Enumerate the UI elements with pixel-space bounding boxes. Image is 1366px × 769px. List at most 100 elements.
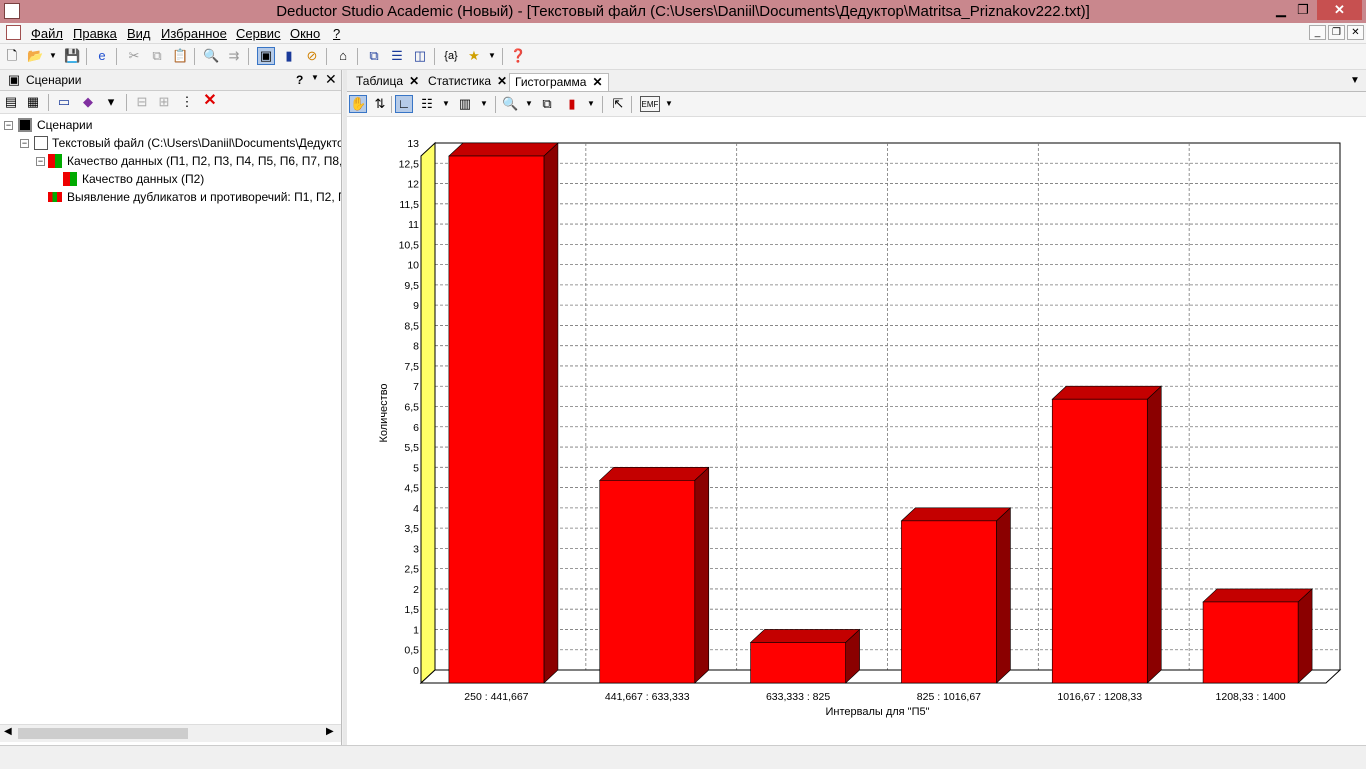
tree-node-scenarios[interactable]: Сценарии: [37, 117, 92, 133]
tab-histogram[interactable]: Гистограмма ✕: [509, 73, 609, 91]
emf-export-icon[interactable]: EMF: [640, 96, 660, 112]
menu-bar: Файл Правка Вид Избранное Сервис Окно ?: [0, 23, 1366, 44]
histogram-bar[interactable]: [900, 507, 1012, 684]
zoom-icon[interactable]: 🔍: [502, 96, 518, 112]
x-axis-label: Интервалы для "П5": [825, 706, 929, 718]
book-icon[interactable]: ▮: [281, 48, 297, 64]
stop-icon[interactable]: ⊘: [304, 48, 320, 64]
menu-favorites[interactable]: Избранное: [161, 26, 227, 41]
expander-icon[interactable]: −: [20, 139, 29, 148]
tab-statistics[interactable]: Статистика ✕: [423, 73, 513, 91]
bar-chart-dropdown-icon[interactable]: ▼: [583, 96, 599, 112]
mdi-close-icon[interactable]: ✕: [1347, 25, 1364, 40]
x-tick-label: 441,667 : 633,333: [605, 691, 690, 703]
find-icon[interactable]: 🔍: [203, 48, 219, 64]
menu-file[interactable]: Файл: [31, 26, 63, 41]
expander-icon[interactable]: −: [4, 121, 13, 130]
legend-dropdown-icon[interactable]: ▼: [438, 96, 454, 112]
tile-vertical-icon[interactable]: ◫: [412, 48, 428, 64]
restore-icon[interactable]: ❐: [1292, 0, 1314, 20]
delete-node-icon[interactable]: ✕: [202, 93, 218, 109]
document-icon[interactable]: [6, 25, 21, 40]
menu-view[interactable]: Вид: [127, 26, 151, 41]
histogram-bar[interactable]: [448, 142, 559, 684]
menu-help[interactable]: ?: [333, 26, 340, 41]
panel-help-button[interactable]: ?: [296, 73, 303, 87]
y-tick-label: 9,5: [404, 280, 419, 292]
home-icon[interactable]: ⌂: [335, 48, 351, 64]
favorites-star-icon[interactable]: ★: [466, 48, 482, 64]
tree-collapse-icon[interactable]: ⊟: [134, 94, 150, 110]
tree-options-icon[interactable]: ⋮: [179, 94, 195, 110]
bar-front: [750, 642, 846, 684]
y-tick-label: 5,5: [404, 442, 419, 454]
y-tick-label: 10,5: [399, 239, 420, 251]
variables-icon[interactable]: {a}: [441, 48, 461, 64]
bar-chart-icon[interactable]: ▮: [564, 96, 580, 112]
menu-edit[interactable]: Правка: [73, 26, 117, 41]
bar-top: [1051, 385, 1163, 400]
tab-close-icon[interactable]: ✕: [409, 74, 419, 88]
y-tick-label: 6: [413, 422, 419, 434]
menu-window[interactable]: Окно: [290, 26, 320, 41]
histogram-bar[interactable]: [749, 628, 861, 684]
minimize-icon[interactable]: ▁: [1270, 0, 1292, 20]
chart-type-dropdown-icon[interactable]: ▼: [476, 96, 492, 112]
open-folder-icon[interactable]: 📂: [27, 48, 43, 64]
tab-table[interactable]: Таблица ✕: [351, 73, 425, 91]
tabs-dropdown-icon[interactable]: ▼: [1350, 75, 1360, 86]
scenarios-panel-icon[interactable]: ▣: [257, 47, 275, 65]
wizard-import-icon[interactable]: ▤: [3, 94, 19, 110]
scrollbar-thumb[interactable]: [18, 728, 188, 739]
tab-close-icon[interactable]: ✕: [497, 74, 507, 88]
save-icon[interactable]: 💾: [64, 48, 80, 64]
scroll-right-icon[interactable]: ▶: [326, 726, 334, 737]
tree-horizontal-scrollbar[interactable]: ◀ ▶: [0, 724, 341, 742]
chart-svg[interactable]: 00,511,522,533,544,555,566,577,588,599,5…: [347, 117, 1366, 739]
hand-pan-icon[interactable]: ✋: [349, 95, 367, 113]
legend-icon[interactable]: ☷: [419, 96, 435, 112]
tree-expand-icon[interactable]: ⊞: [156, 94, 172, 110]
histogram-bar[interactable]: [1051, 385, 1163, 684]
histogram-bar[interactable]: [1202, 588, 1313, 684]
menu-service[interactable]: Сервис: [236, 26, 281, 41]
copy-chart-icon[interactable]: ⧉: [539, 96, 555, 112]
cut-icon[interactable]: ✂: [126, 48, 142, 64]
tree-node-duplicates[interactable]: Выявление дубликатов и противоречий: П1,…: [67, 189, 341, 205]
pointer-icon[interactable]: ⇱: [610, 96, 626, 112]
find-next-icon[interactable]: ⇉: [226, 48, 242, 64]
visualize-icon[interactable]: ▭: [56, 94, 72, 110]
axes-icon[interactable]: ∟: [395, 95, 413, 113]
panel-menu-icon[interactable]: ▼: [311, 73, 319, 82]
panel-close-icon[interactable]: ✕: [325, 71, 337, 88]
tile-horizontal-icon[interactable]: ☰: [389, 48, 405, 64]
ie-icon[interactable]: e: [94, 48, 110, 64]
main-toolbar: 🗋 📂 ▼ 💾 e ✂ ⧉ 📋 🔍 ⇉ ▣ ▮ ⊘ ⌂ ⧉ ☰ ◫ {a} ★ …: [0, 44, 1366, 70]
scroll-left-icon[interactable]: ◀: [4, 726, 12, 737]
histogram-bar[interactable]: [598, 466, 710, 684]
favorites-dropdown-icon[interactable]: ▼: [484, 48, 500, 64]
copy-icon[interactable]: ⧉: [149, 48, 165, 64]
tree-node-data-quality[interactable]: Качество данных (П1, П2, П3, П4, П5, П6,…: [67, 153, 341, 169]
report-icon[interactable]: ▾: [103, 94, 119, 110]
tree-node-data-quality-p2[interactable]: Качество данных (П2): [82, 171, 204, 187]
cascade-icon[interactable]: ⧉: [366, 48, 382, 64]
new-file-icon[interactable]: 🗋: [4, 48, 20, 64]
tab-close-icon[interactable]: ✕: [592, 75, 602, 89]
export-icon[interactable]: ◆: [80, 94, 96, 110]
tab-strip: Таблица ✕ Статистика ✕ Гистограмма ✕ ▼: [347, 70, 1366, 92]
expander-icon[interactable]: −: [36, 157, 45, 166]
zoom-dropdown-icon[interactable]: ▼: [521, 96, 537, 112]
mdi-restore-icon[interactable]: ❐: [1328, 25, 1345, 40]
chart-type-icon[interactable]: ▥: [457, 96, 473, 112]
sort-icon[interactable]: ⇅: [372, 96, 388, 112]
emf-dropdown-icon[interactable]: ▼: [661, 96, 677, 112]
tree-node-text-file[interactable]: Текстовый файл (C:\Users\Daniil\Document…: [52, 135, 341, 151]
mdi-minimize-icon[interactable]: _: [1309, 25, 1326, 40]
wizard-process-icon[interactable]: ▦: [25, 94, 41, 110]
open-dropdown-icon[interactable]: ▼: [45, 48, 61, 64]
close-window-icon[interactable]: ✕: [1317, 0, 1362, 20]
paste-icon[interactable]: 📋: [172, 48, 188, 64]
y-tick-label: 3: [413, 543, 419, 555]
help-icon[interactable]: ❓: [510, 48, 526, 64]
